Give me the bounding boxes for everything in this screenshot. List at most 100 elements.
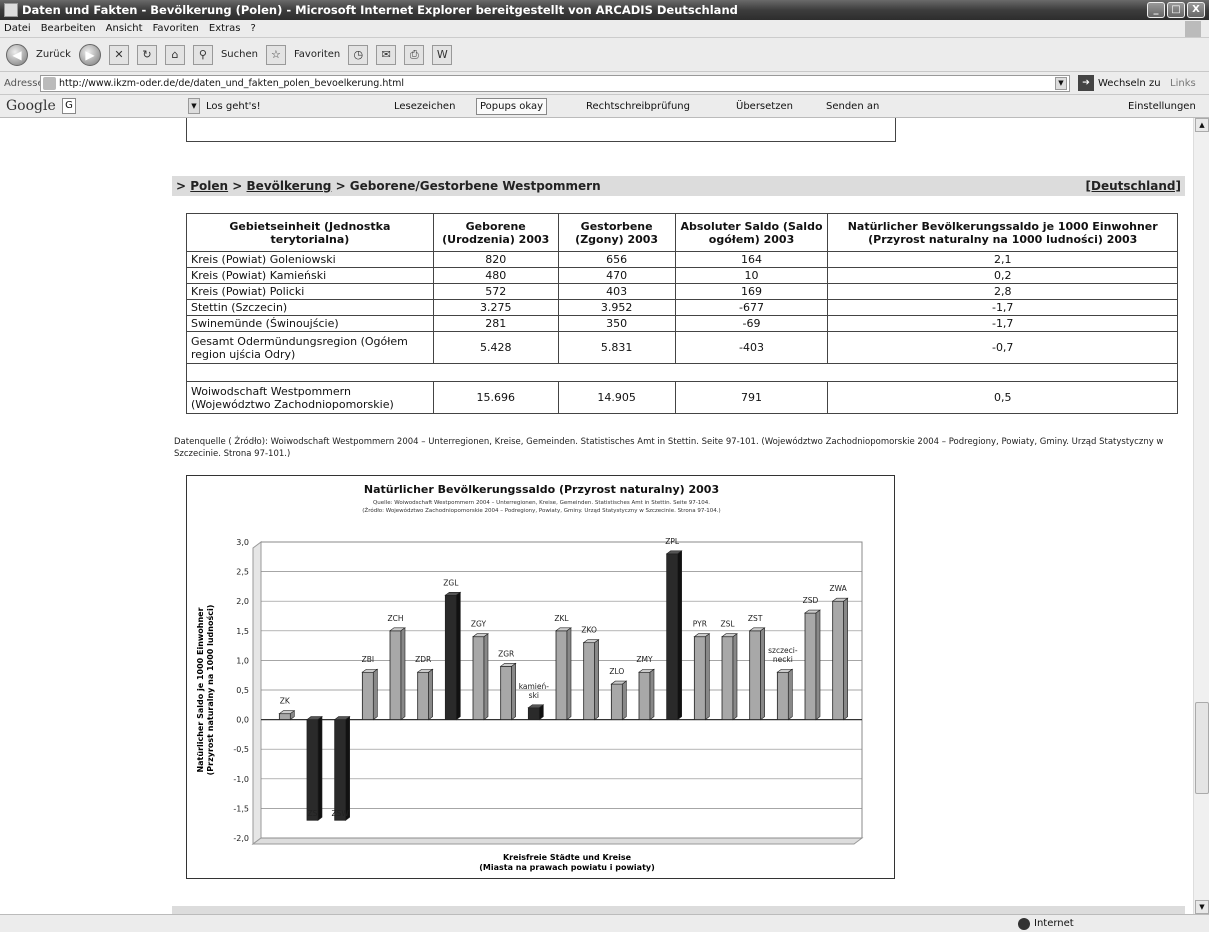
bar-side <box>788 668 793 721</box>
scroll-down-arrow-icon[interactable]: ▼ <box>1195 900 1209 914</box>
minimize-button[interactable]: _ <box>1147 2 1165 18</box>
bar <box>693 636 706 720</box>
refresh-icon[interactable]: ↻ <box>136 44 157 65</box>
history-icon[interactable]: ◷ <box>348 44 369 65</box>
menu-extras[interactable]: Extras <box>209 20 241 37</box>
back-button[interactable]: Zurück <box>36 49 71 60</box>
google-logo: Google <box>6 98 56 114</box>
data-source-note: Datenquelle ( Źródło): Woiwodschaft West… <box>174 437 1164 459</box>
status-bar: Internet <box>0 914 1209 932</box>
translate-button[interactable]: Übersetzen <box>736 95 793 118</box>
address-dropdown-icon[interactable]: ▼ <box>1055 77 1067 90</box>
mail-icon[interactable]: ✉ <box>376 44 397 65</box>
favorites-star-icon[interactable]: ☆ <box>265 44 286 65</box>
go-button[interactable]: Wechseln zu <box>1098 72 1161 95</box>
table-row: Kreis (Powiat) Policki 572 403 169 2,8 <box>186 283 1178 300</box>
breadcrumb-link-bevoelkerung[interactable]: Bevölkerung <box>247 179 332 193</box>
bar <box>334 719 347 821</box>
cell-region: Gesamt Odermündungsregion (Ogółem region… <box>186 331 434 364</box>
menu-datei[interactable]: Datei <box>4 20 31 37</box>
table-total-row: Woiwodschaft Westpommern (Województwo Za… <box>186 381 1178 414</box>
breadcrumb-link-polen[interactable]: Polen <box>190 179 228 193</box>
bar-label: necki <box>773 655 793 664</box>
cell-natural: 0,5 <box>827 381 1178 414</box>
address-input[interactable]: http://www.ikzm-oder.de/de/daten_und_fak… <box>40 75 1070 92</box>
back-arrow-icon[interactable]: ◀ <box>6 43 28 66</box>
cell-absolute: 164 <box>674 251 829 268</box>
y-tick-label: 2,5 <box>236 568 249 577</box>
popups-button[interactable]: Popups okay <box>476 98 547 115</box>
bar-side <box>456 591 461 721</box>
y-tick-label: -0,5 <box>233 745 249 754</box>
bar-side <box>760 627 765 721</box>
y-tick-label: -1,5 <box>233 804 249 813</box>
table-header-row: Gebietseinheit (Jednostka terytorialna) … <box>186 213 1178 252</box>
table-row: Gesamt Odermündungsregion (Ogółem region… <box>186 331 1178 364</box>
search-button[interactable]: Suchen <box>221 49 258 60</box>
menu-help[interactable]: ? <box>251 20 256 37</box>
bar <box>417 671 430 721</box>
print-icon[interactable]: ⎙ <box>404 44 425 65</box>
cell-deaths: 350 <box>557 315 676 332</box>
bar-side <box>511 662 516 721</box>
menu-favoriten[interactable]: Favoriten <box>153 20 199 37</box>
spellcheck-button[interactable]: Rechtschreibprüfung <box>586 95 690 118</box>
maximize-button[interactable]: □ <box>1167 2 1185 18</box>
cell-natural: -1,7 <box>827 299 1178 316</box>
bar-label: ZMY <box>636 655 653 664</box>
bar <box>500 665 513 721</box>
y-tick-label: -2,0 <box>233 834 249 843</box>
google-search-button[interactable]: Los geht's! <box>206 95 261 118</box>
stop-icon[interactable]: ✕ <box>108 44 129 65</box>
cell-births: 572 <box>432 283 559 300</box>
favorites-button[interactable]: Favoriten <box>294 49 340 60</box>
bar-side <box>815 609 821 721</box>
language-link-deutschland[interactable]: [Deutschland] <box>1086 176 1182 196</box>
bookmarks-button[interactable]: Lesezeichen <box>394 95 455 118</box>
breadcrumb-prefix: > <box>176 179 187 193</box>
table-row: Kreis (Powiat) Kamieński 480 470 10 0,2 <box>186 267 1178 284</box>
address-label: Adresse <box>4 78 44 89</box>
send-button[interactable]: Senden an <box>826 95 879 118</box>
home-icon[interactable]: ⌂ <box>164 44 185 65</box>
header-births: Geborene (Urodzenia) 2003 <box>432 213 559 252</box>
settings-button[interactable]: Einstellungen <box>1128 95 1196 118</box>
cell-region: Kreis (Powiat) Policki <box>186 283 434 300</box>
x-axis-label-pl: (Miasta na prawach powiatu i powiaty) <box>479 863 655 872</box>
google-menu-icon[interactable]: G <box>62 98 76 114</box>
cell-births: 15.696 <box>432 381 559 414</box>
go-arrow-icon[interactable]: ➔ <box>1078 75 1094 91</box>
cell-region: Kreis (Powiat) Kamieński <box>186 267 434 284</box>
cell-absolute: -403 <box>674 331 829 364</box>
bar-side <box>400 627 406 721</box>
cell-deaths: 5.831 <box>557 331 676 364</box>
close-button[interactable]: X <box>1187 2 1205 18</box>
cell-natural: 2,8 <box>827 283 1178 300</box>
search-icon[interactable]: ⚲ <box>192 44 213 65</box>
header-natural-balance: Natürlicher Bevölkerungssaldo je 1000 Ei… <box>827 213 1178 252</box>
scroll-thumb[interactable] <box>1195 702 1209 794</box>
cell-deaths: 14.905 <box>557 381 676 414</box>
forward-arrow-icon[interactable]: ▶ <box>78 43 101 66</box>
bar-label: ZBI <box>362 655 375 664</box>
cell-natural: 0,2 <box>827 267 1178 284</box>
bar-side <box>539 704 544 721</box>
bar <box>306 719 319 821</box>
header-absolute-balance: Absoluter Saldo (Saldo ogółem) 2003 <box>674 213 829 252</box>
windows-logo-icon <box>1185 21 1201 37</box>
window-title: Daten und Fakten - Bevölkerung (Polen) -… <box>22 3 738 17</box>
bar-side <box>345 716 350 821</box>
bar-side <box>566 627 572 721</box>
scroll-up-arrow-icon[interactable]: ▲ <box>1195 118 1209 132</box>
bar-side <box>483 633 489 721</box>
menu-ansicht[interactable]: Ansicht <box>106 20 143 37</box>
cell-deaths: 403 <box>557 283 676 300</box>
word-icon[interactable]: W <box>432 44 453 65</box>
menu-bearbeiten[interactable]: Bearbeiten <box>41 20 96 37</box>
links-button[interactable]: Links <box>1170 72 1196 95</box>
plot-wall <box>252 541 262 845</box>
globe-icon <box>1018 918 1030 930</box>
vertical-scrollbar[interactable]: ▲ ▼ <box>1193 118 1209 914</box>
address-bar: Adresse http://www.ikzm-oder.de/de/daten… <box>0 72 1209 95</box>
google-search-dropdown[interactable]: ▼ <box>188 98 200 114</box>
